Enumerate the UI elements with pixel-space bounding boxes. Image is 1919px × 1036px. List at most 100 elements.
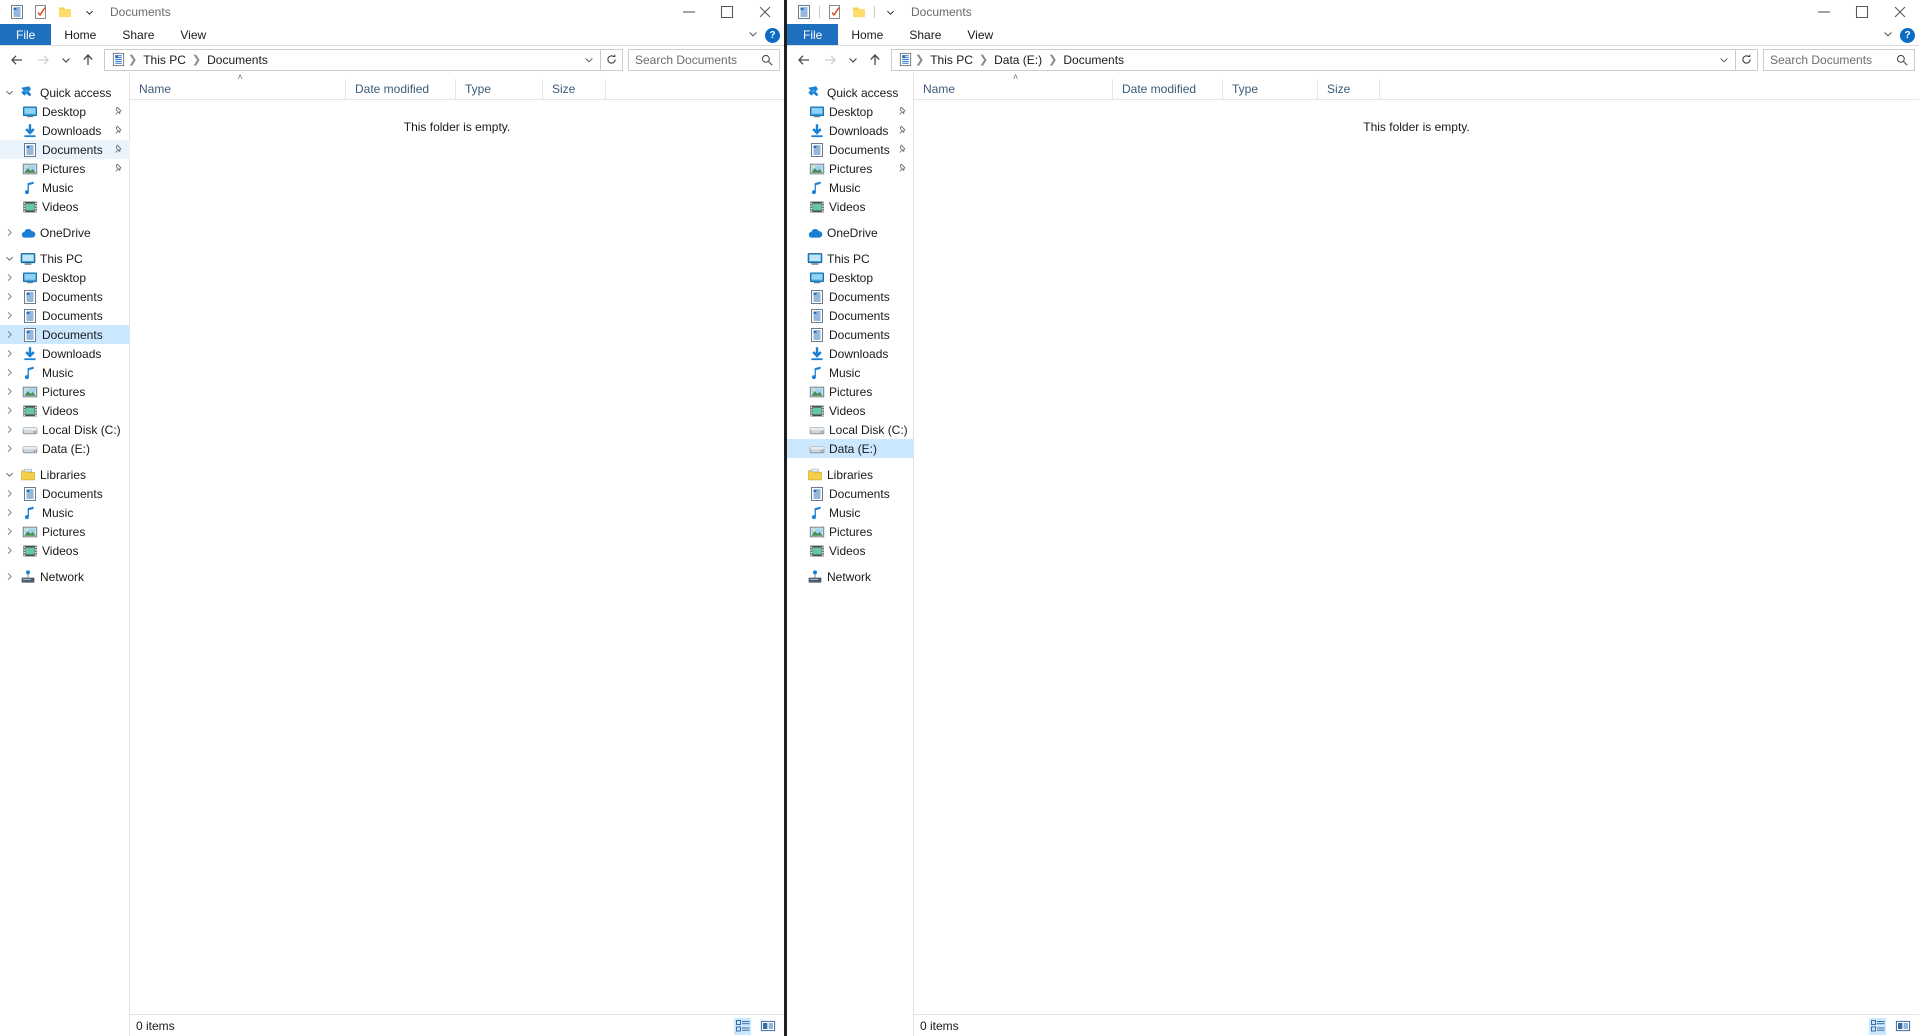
nav-group-this-pc[interactable]: This PC [0,249,130,268]
tab-share[interactable]: Share [109,24,167,45]
expander-icon[interactable] [787,121,805,140]
search-input[interactable]: Search Documents [635,53,759,67]
nav-group-onedrive[interactable]: OneDrive [0,223,130,242]
tab-file[interactable]: File [787,24,839,45]
nav-group-onedrive[interactable]: OneDrive [787,223,914,242]
sidebar-item-desktop[interactable]: Desktop [0,268,130,287]
sidebar-item-pictures[interactable]: Pictures [0,159,130,178]
breadcrumb-item[interactable]: This PC [925,53,978,67]
sidebar-item-data-e[interactable]: Data (E:) [787,439,914,458]
large-icons-view-icon[interactable] [1894,1018,1911,1035]
expander-icon[interactable] [787,140,805,159]
recent-locations-button[interactable] [843,48,862,72]
recent-locations-button[interactable] [56,48,75,72]
expander-icon[interactable] [0,439,18,458]
ribbon-collapse-button[interactable] [1882,28,1894,43]
expander-icon[interactable] [787,287,805,306]
help-button[interactable]: ? [765,27,780,43]
column-header-size[interactable]: Size [1317,79,1379,99]
pin-icon[interactable] [897,125,908,139]
sidebar-item-pictures[interactable]: Pictures [787,159,914,178]
forward-button[interactable] [30,48,56,72]
pin-icon[interactable] [113,125,124,139]
pin-icon[interactable] [113,144,124,158]
column-header-size[interactable]: Size [542,79,605,99]
refresh-button[interactable] [601,48,623,71]
sidebar-item-music[interactable]: Music [0,503,130,522]
expander-icon[interactable] [0,287,18,306]
sidebar-item-music[interactable]: Music [787,503,914,522]
nav-group-quick-access[interactable]: Quick access [787,83,914,102]
search-input[interactable]: Search Documents [1770,53,1894,67]
nav-group-network[interactable]: Network [787,567,914,586]
sidebar-item-documents[interactable]: Documents [0,306,130,325]
expander-icon[interactable] [787,178,805,197]
expander-icon[interactable] [0,306,18,325]
breadcrumb-separator[interactable]: ❯ [1047,53,1058,66]
breadcrumb-separator[interactable]: ❯ [978,53,989,66]
sidebar-item-pictures[interactable]: Pictures [0,522,130,541]
sidebar-item-documents[interactable]: Documents [787,140,914,159]
refresh-button[interactable] [1736,48,1758,71]
expander-icon[interactable] [787,102,805,121]
column-header-date-modified[interactable]: Date modified [1112,79,1222,99]
nav-group-libraries[interactable]: Libraries [0,465,130,484]
expander-icon[interactable] [787,325,805,344]
large-icons-view-icon[interactable] [759,1018,776,1035]
expander-icon[interactable] [0,223,18,242]
sidebar-item-downloads[interactable]: Downloads [0,121,130,140]
sidebar-item-pictures[interactable]: Pictures [787,382,914,401]
expander-icon[interactable] [0,522,18,541]
ribbon-collapse-button[interactable] [747,28,759,43]
sidebar-item-videos[interactable]: Videos [0,541,130,560]
tab-file[interactable]: File [0,24,52,45]
expander-icon[interactable] [787,268,805,287]
expander-icon[interactable] [0,140,18,159]
sidebar-item-local-disk-c[interactable]: Local Disk (C:) [0,420,130,439]
maximize-button[interactable] [708,0,746,24]
sidebar-item-documents[interactable]: Documents [0,140,130,159]
expander-icon[interactable] [0,541,18,560]
column-header-name[interactable]: Name ˄ [914,72,1112,99]
expander-icon[interactable] [0,484,18,503]
address-dropdown-button[interactable] [580,54,598,66]
expander-icon[interactable] [787,249,805,268]
forward-button[interactable] [817,48,843,72]
sidebar-item-data-e[interactable]: Data (E:) [0,439,130,458]
expander-icon[interactable] [0,268,18,287]
expander-icon[interactable] [787,484,805,503]
expander-icon[interactable] [787,83,805,102]
search-icon[interactable] [759,53,775,67]
expander-icon[interactable] [0,121,18,140]
tab-view[interactable]: View [167,24,219,45]
column-header-type[interactable]: Type [1222,79,1317,99]
customize-quick-access-toolbar-button[interactable] [878,1,902,23]
expander-icon[interactable] [0,382,18,401]
sidebar-item-local-disk-c[interactable]: Local Disk (C:) [787,420,914,439]
expander-icon[interactable] [0,249,18,268]
expander-icon[interactable] [787,401,805,420]
breadcrumb-item[interactable]: This PC [138,53,191,67]
expander-icon[interactable] [787,197,805,216]
sidebar-item-desktop[interactable]: Desktop [787,268,914,287]
sidebar-item-music[interactable]: Music [0,363,130,382]
nav-group-network[interactable]: Network [0,567,130,586]
properties-button[interactable] [29,1,53,23]
breadcrumb-separator[interactable]: ❯ [127,53,138,66]
tab-view[interactable]: View [954,24,1006,45]
tab-home[interactable]: Home [838,24,896,45]
expander-icon[interactable] [0,102,18,121]
minimize-button[interactable] [1805,0,1843,24]
breadcrumb-item[interactable]: Data (E:) [989,53,1047,67]
close-button[interactable] [1881,0,1919,24]
sidebar-item-music[interactable]: Music [787,363,914,382]
file-list[interactable]: This folder is empty. [914,100,1919,1014]
tab-home[interactable]: Home [51,24,109,45]
file-list[interactable]: This folder is empty. [130,100,784,1014]
expander-icon[interactable] [787,306,805,325]
back-button[interactable] [791,48,817,72]
expander-icon[interactable] [787,223,805,242]
search-box[interactable]: Search Documents [1763,48,1915,71]
expander-icon[interactable] [787,344,805,363]
sidebar-item-pictures[interactable]: Pictures [0,382,130,401]
